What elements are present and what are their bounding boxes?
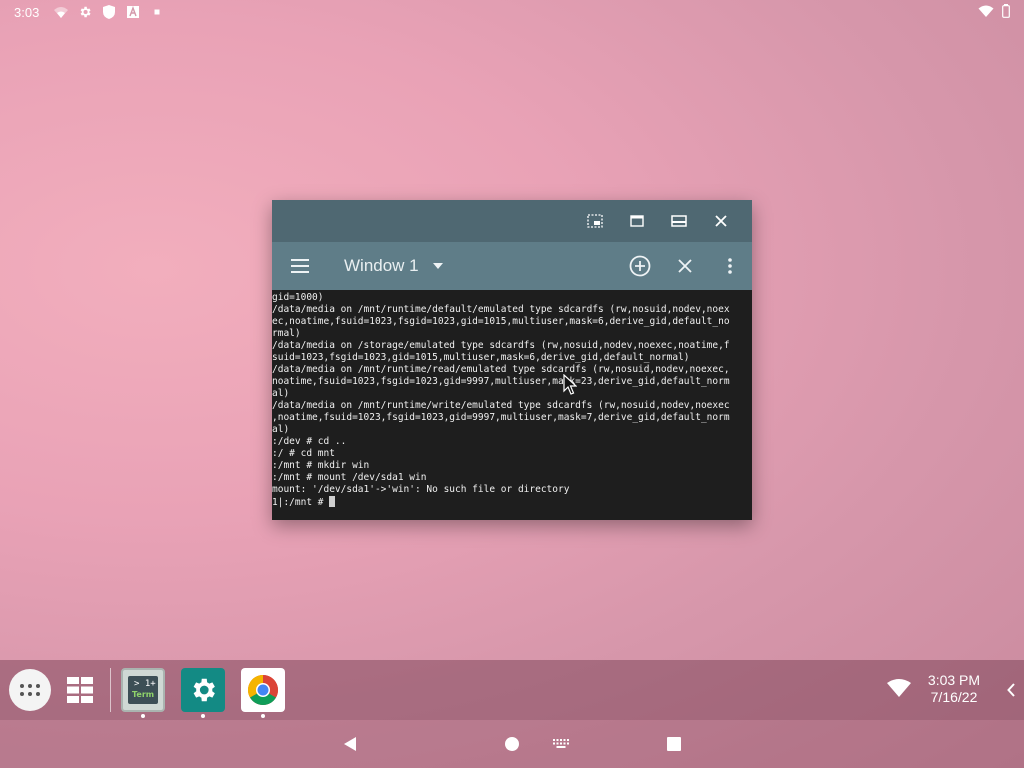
chevron-left-icon [1007,683,1015,697]
window-title: Window 1 [344,256,419,275]
recent-apps-grid-button[interactable] [62,672,98,708]
status-time: 3:03 [14,4,40,20]
terminal-line: /data/media on /mnt/runtime/write/emulat… [272,400,730,411]
wifi-icon [978,3,994,22]
terminal-line: :/ # cd mnt [272,448,335,459]
terminal-line: rmal) [272,328,301,339]
terminal-line: gid=1000) [272,292,324,303]
taskbar-clock[interactable]: 3:03 PM 7/16/22 [922,672,986,706]
window-caption-bar[interactable] [272,200,752,242]
terminal-output[interactable]: gid=1000) /data/media on /mnt/runtime/de… [272,290,752,520]
dot-icon [149,4,165,20]
restore-icon [630,215,644,227]
terminal-line: /data/media on /mnt/runtime/read/emulate… [272,364,730,375]
terminal-window: Window 1 gid=1000) /data/media on /mnt/r… [272,200,752,520]
overflow-menu-button[interactable] [707,242,752,290]
status-right [978,3,1010,22]
restore-button[interactable] [616,200,658,242]
term-icon-line1: > 1+ [134,679,156,689]
terminal-line: mount: '/dev/sda1'->'win': No such file … [272,484,570,495]
close-icon [715,215,727,227]
wifi-icon[interactable] [886,678,912,702]
shield-icon [101,4,117,20]
terminal-line: al) [272,388,290,399]
back-triangle-icon [344,737,356,751]
pip-button[interactable] [574,200,616,242]
terminal-line: :/mnt # mkdir win [272,460,370,471]
terminal-line: al) [272,424,290,435]
terminal-line: :/mnt # mount /dev/sda1 win [272,472,427,483]
gear-icon [193,678,215,702]
gear-icon [77,4,93,20]
recents-square-icon [667,737,681,751]
terminal-line: noatime,fsuid=1023,fsgid=1023,gid=9997,m… [272,376,730,387]
battery-icon [1002,3,1010,22]
term-icon-line2: Term [132,690,155,699]
maximize-button[interactable] [658,200,700,242]
terminal-app-button[interactable]: > 1+ Term [121,668,165,712]
menu-button[interactable] [272,242,328,290]
maximize-icon [671,215,687,227]
text-cursor [329,496,336,507]
terminal-line: /data/media on /mnt/runtime/default/emul… [272,304,730,315]
close-window-button[interactable] [700,200,742,242]
terminal-line: ,noatime,fsuid=1023,fsgid=1023,gid=9997,… [272,412,730,423]
hamburger-menu-icon [291,259,309,273]
terminal-line: :/dev # cd .. [272,436,347,447]
window-selector[interactable]: Window 1 [344,256,443,276]
chrome-app-button[interactable] [241,668,285,712]
new-window-button[interactable] [617,242,662,290]
taskbar: > 1+ Term 3:03 PM 7/16/22 [0,660,1024,720]
clock-time: 3:03 PM [927,672,981,688]
notification-icon [53,4,69,20]
terminal-prompt: 1|:/mnt # [272,497,330,508]
dropdown-arrow-icon [432,263,443,269]
close-session-button[interactable] [662,242,707,290]
apps-dots-icon [20,684,40,696]
app-drawer-button[interactable] [9,669,51,711]
close-icon [677,259,692,273]
running-indicator [201,714,205,718]
keyboard-icon [553,739,569,748]
more-vert-icon [727,258,732,274]
picture-in-picture-icon [587,214,603,228]
terminal-line: suid=1023,fsgid=1023,gid=1015,multiuser,… [272,352,690,363]
home-circle-icon [505,737,519,751]
recents-button[interactable] [662,732,686,756]
grid-icon [67,677,93,703]
status-bar: 3:03 [0,0,1024,24]
terminal-line: ec,noatime,fsuid=1023,fsgid=1023,gid=101… [272,316,730,327]
settings-app-button[interactable] [181,668,225,712]
terminal-line: /data/media on /storage/emulated type sd… [272,340,730,351]
a-letter-icon [125,4,141,20]
terminal-prompt-line: 1|:/mnt # [272,496,752,509]
running-indicator [261,714,265,718]
mouse-pointer-icon [563,374,577,395]
running-indicator [141,714,145,718]
clock-date: 7/16/22 [930,689,978,705]
keyboard-button[interactable] [550,732,574,756]
back-button[interactable] [338,732,362,756]
terminal-app-icon: > 1+ Term [128,676,158,704]
taskbar-divider [110,668,111,712]
chrome-icon [247,675,279,706]
notifications-toggle-button[interactable] [1004,680,1018,700]
home-button[interactable] [500,732,524,756]
terminal-toolbar: Window 1 [272,242,752,290]
add-circle-icon [629,255,650,277]
navigation-bar [0,720,1024,768]
